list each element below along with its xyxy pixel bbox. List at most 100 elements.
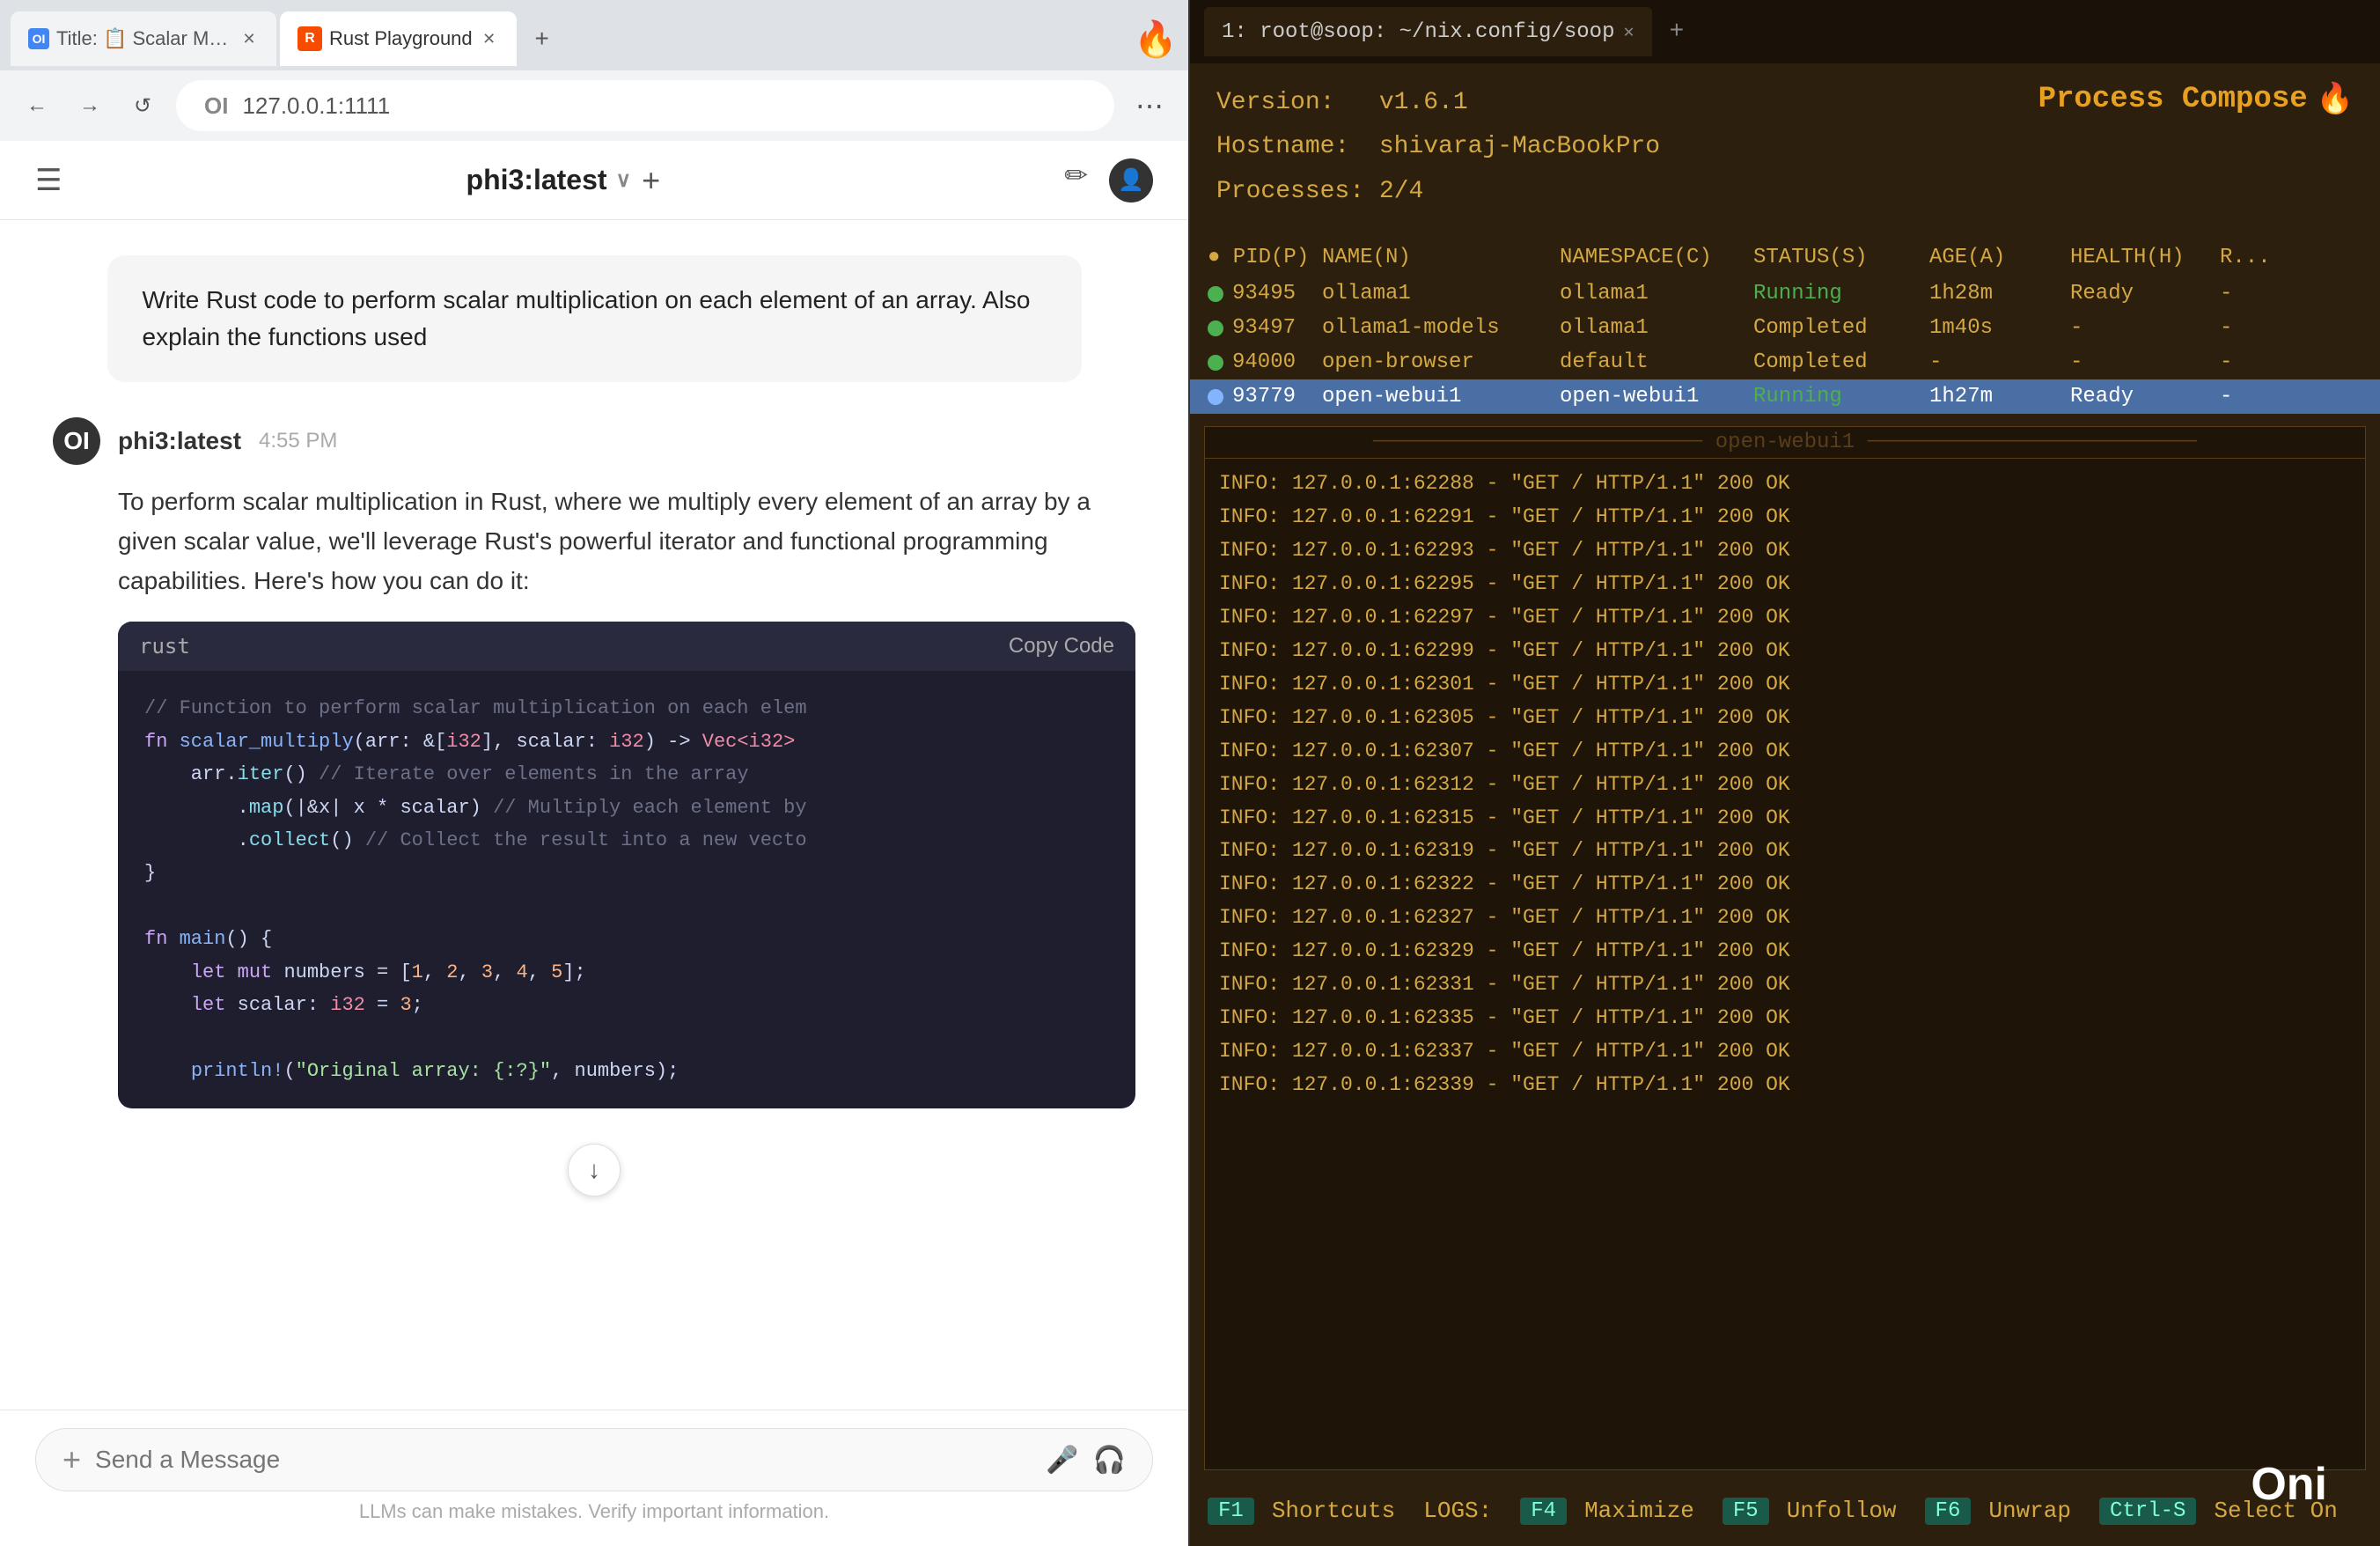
- process-row-4[interactable]: 93779 open-webui1 open-webui1 Running 1h…: [1190, 379, 2380, 414]
- code-body: // Function to perform scalar multiplica…: [118, 671, 1135, 1108]
- browser-panel: OI Title: 📋 Scalar Multiply Arr... ✕ R R…: [0, 0, 1190, 1546]
- shortcut-f4-key[interactable]: F4: [1520, 1498, 1567, 1525]
- code-header: rust Copy Code: [118, 622, 1135, 671]
- assistant-avatar: OI: [53, 417, 100, 465]
- chat-input-container: + 🎤 🎧: [35, 1428, 1153, 1491]
- log-line: INFO: 127.0.0.1:62312 - "GET / HTTP/1.1"…: [1219, 769, 2351, 802]
- log-line: INFO: 127.0.0.1:62295 - "GET / HTTP/1.1"…: [1219, 568, 2351, 601]
- terminal-tab-1[interactable]: 1: root@soop: ~/nix.config/soop ✕: [1204, 7, 1652, 56]
- assistant-intro-text: To perform scalar multiplication in Rust…: [53, 482, 1135, 600]
- oni-label: Oni: [2251, 1458, 2327, 1511]
- copy-code-button[interactable]: Copy Code: [1009, 634, 1114, 659]
- shortcut-logs-label: LOGS:: [1423, 1498, 1492, 1524]
- message-input[interactable]: [95, 1446, 1032, 1474]
- back-button[interactable]: ←: [18, 86, 56, 125]
- code-line-5: .collect() // Collect the result into a …: [144, 824, 1109, 857]
- attach-button[interactable]: +: [62, 1441, 81, 1478]
- shortcuts-bar: F1 Shortcuts LOGS: F4 Maximize F5 Unfoll…: [1190, 1476, 2380, 1546]
- address-bar: ← → ↺ OI 127.0.0.1:1111 ⋯: [0, 70, 1188, 141]
- log-content: INFO: 127.0.0.1:62288 - "GET / HTTP/1.1"…: [1205, 459, 2365, 1111]
- log-section-title: ──────────────────────────: [1373, 431, 1715, 454]
- assistant-name: phi3:latest: [118, 427, 241, 455]
- log-line: INFO: 127.0.0.1:62315 - "GET / HTTP/1.1"…: [1219, 802, 2351, 836]
- tab-bar: OI Title: 📋 Scalar Multiply Arr... ✕ R R…: [0, 0, 1188, 70]
- log-line: INFO: 127.0.0.1:62331 - "GET / HTTP/1.1"…: [1219, 968, 2351, 1002]
- tab-2[interactable]: R Rust Playground ✕: [280, 11, 517, 66]
- chat-header: ☰ phi3:latest ∨ + ✏ 👤: [0, 141, 1188, 220]
- assistant-time: 4:55 PM: [259, 429, 337, 453]
- url-prefix: OI: [204, 92, 228, 120]
- terminal-panel: 1: root@soop: ~/nix.config/soop ✕ + Vers…: [1190, 0, 2380, 1546]
- log-line: INFO: 127.0.0.1:62291 - "GET / HTTP/1.1"…: [1219, 501, 2351, 534]
- tab-1-close[interactable]: ✕: [239, 29, 259, 48]
- sidebar-toggle-button[interactable]: ☰: [35, 163, 62, 198]
- code-language: rust: [139, 634, 190, 659]
- mic-button[interactable]: 🎤: [1046, 1445, 1078, 1476]
- log-line: INFO: 127.0.0.1:62307 - "GET / HTTP/1.1"…: [1219, 735, 2351, 769]
- log-line: INFO: 127.0.0.1:62322 - "GET / HTTP/1.1"…: [1219, 868, 2351, 902]
- tab-2-close[interactable]: ✕: [480, 29, 499, 48]
- log-line: INFO: 127.0.0.1:62301 - "GET / HTTP/1.1"…: [1219, 668, 2351, 702]
- log-line: INFO: 127.0.0.1:62297 - "GET / HTTP/1.1"…: [1219, 601, 2351, 635]
- log-line: INFO: 127.0.0.1:62337 - "GET / HTTP/1.1"…: [1219, 1035, 2351, 1069]
- edit-icon[interactable]: ✏: [1064, 158, 1088, 202]
- shortcut-f5-key[interactable]: F5: [1723, 1498, 1769, 1525]
- shortcut-ctrls-key[interactable]: Ctrl-S: [2099, 1498, 2196, 1525]
- code-line-2: fn scalar_multiply(arr: &[i32], scalar: …: [144, 725, 1109, 758]
- new-tab-button[interactable]: +: [520, 17, 564, 61]
- terminal-tab-bar: 1: root@soop: ~/nix.config/soop ✕ +: [1190, 0, 2380, 63]
- tab-2-label: Rust Playground: [329, 27, 473, 50]
- shortcut-f1-label: Shortcuts: [1272, 1498, 1395, 1524]
- code-line-10: let scalar: i32 = 3;: [144, 989, 1109, 1021]
- log-title-bar: ────────────────────────── open-webui1 ─…: [1205, 427, 2365, 459]
- shortcut-f1-key[interactable]: F1: [1208, 1498, 1254, 1525]
- process-row-2[interactable]: 93497 ollama1-models ollama1 Completed 1…: [1190, 311, 2380, 345]
- model-chevron-icon: ∨: [616, 167, 632, 193]
- process-row-3[interactable]: 94000 open-browser default Completed - -…: [1190, 345, 2380, 379]
- browser-menu-button[interactable]: ⋯: [1128, 82, 1171, 129]
- process-table-header: ● PID(P) NAME(N) NAMESPACE(C) STATUS(S) …: [1190, 239, 2380, 276]
- code-line-12: println!("Original array: {:?}", numbers…: [144, 1055, 1109, 1087]
- tab-1-label: Title: 📋 Scalar Multiply Arr...: [56, 27, 232, 50]
- process-compose-flame-icon: 🔥: [2317, 81, 2354, 118]
- shortcut-f6-key[interactable]: F6: [1925, 1498, 1972, 1525]
- url-text: 127.0.0.1:1111: [242, 92, 1086, 120]
- log-line: INFO: 127.0.0.1:62335 - "GET / HTTP/1.1"…: [1219, 1002, 2351, 1035]
- status-dot-2: [1208, 320, 1223, 336]
- code-line-7: [144, 890, 1109, 923]
- forward-button[interactable]: →: [70, 86, 109, 125]
- tab-2-favicon: R: [298, 26, 322, 51]
- process-compose-title: Process Compose: [2038, 83, 2308, 116]
- terminal-tab-label: 1: root@soop: ~/nix.config/soop: [1222, 20, 1614, 44]
- browser-chrome: OI Title: 📋 Scalar Multiply Arr... ✕ R R…: [0, 0, 1188, 141]
- shortcut-f6-label: Unwrap: [1988, 1498, 2071, 1524]
- process-row-1[interactable]: 93495 ollama1 ollama1 Running 1h28m Read…: [1190, 276, 2380, 311]
- model-selector[interactable]: phi3:latest ∨: [466, 164, 632, 196]
- add-conversation-button[interactable]: +: [642, 162, 660, 199]
- model-name: phi3:latest: [466, 164, 607, 196]
- url-bar[interactable]: OI 127.0.0.1:1111: [176, 80, 1114, 131]
- log-line: INFO: 127.0.0.1:62305 - "GET / HTTP/1.1"…: [1219, 702, 2351, 735]
- shortcut-f5-label: Unfollow: [1787, 1498, 1897, 1524]
- code-line-4: .map(|&x| x * scalar) // Multiply each e…: [144, 791, 1109, 824]
- tab-1[interactable]: OI Title: 📋 Scalar Multiply Arr... ✕: [11, 11, 276, 66]
- refresh-button[interactable]: ↺: [123, 86, 162, 125]
- log-line: INFO: 127.0.0.1:62288 - "GET / HTTP/1.1"…: [1219, 467, 2351, 501]
- scroll-down-button[interactable]: ↓: [568, 1144, 621, 1196]
- user-message: Write Rust code to perform scalar multip…: [107, 255, 1082, 382]
- chat-messages[interactable]: Write Rust code to perform scalar multip…: [0, 220, 1188, 1410]
- disclaimer-text: LLMs can make mistakes. Verify important…: [35, 1491, 1153, 1537]
- assistant-header: OI phi3:latest 4:55 PM: [53, 417, 1135, 465]
- header-actions: ✏ 👤: [1064, 158, 1153, 202]
- browser-flame-icon: 🔥: [1134, 18, 1178, 60]
- log-line: INFO: 127.0.0.1:62329 - "GET / HTTP/1.1"…: [1219, 935, 2351, 968]
- log-section: ────────────────────────── open-webui1 ─…: [1204, 426, 2366, 1470]
- user-avatar[interactable]: 👤: [1109, 158, 1153, 202]
- tab-1-favicon: OI: [28, 28, 49, 49]
- chat-input-area: + 🎤 🎧 LLMs can make mistakes. Verify imp…: [0, 1410, 1188, 1546]
- terminal-new-tab-button[interactable]: +: [1656, 11, 1699, 53]
- audio-button[interactable]: 🎧: [1093, 1445, 1126, 1476]
- code-line-8: fn main() {: [144, 923, 1109, 955]
- code-line-9: let mut numbers = [1, 2, 3, 4, 5];: [144, 956, 1109, 989]
- terminal-tab-close[interactable]: ✕: [1623, 20, 1634, 43]
